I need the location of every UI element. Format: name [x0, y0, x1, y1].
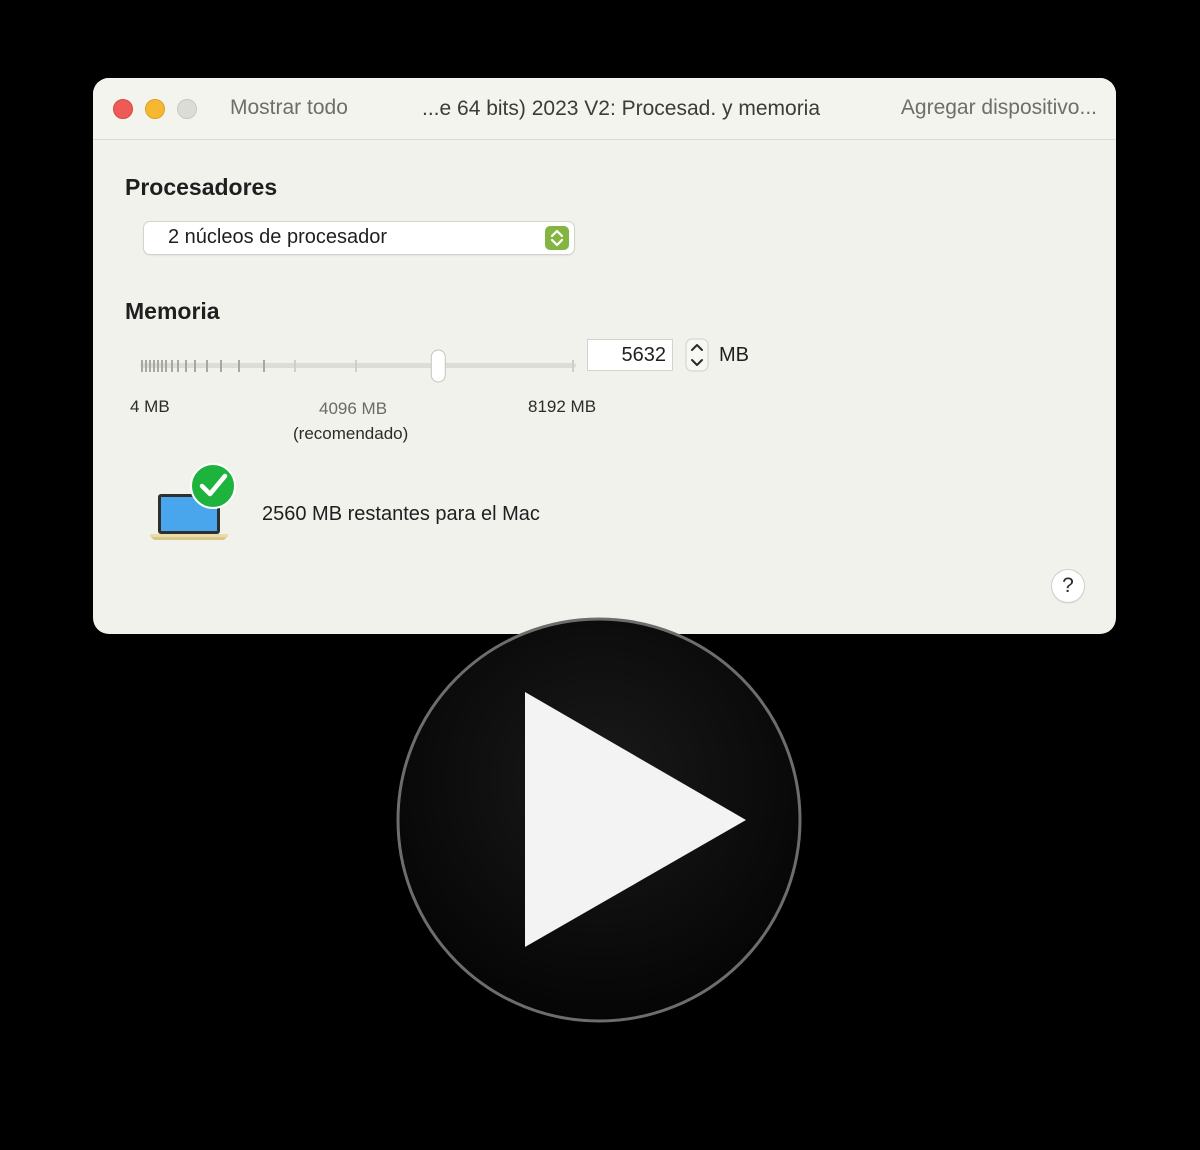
memory-min-label: 4 MB	[130, 397, 170, 416]
chevron-up-down-icon	[545, 226, 569, 250]
memory-stepper[interactable]	[685, 338, 709, 372]
memory-value-field[interactable]: 5632	[588, 340, 672, 370]
memory-unit: MB	[719, 344, 749, 366]
minimize-button[interactable]	[145, 99, 165, 119]
help-button[interactable]: ?	[1052, 570, 1084, 602]
play-icon[interactable]	[396, 617, 802, 1028]
title-bar: Mostrar todo ...e 64 bits) 2023 V2: Proc…	[93, 78, 1116, 140]
laptop-check-icon	[148, 462, 238, 547]
processors-heading: Procesadores	[125, 174, 278, 200]
processor-cores-value: 2 núcleos de procesador	[168, 226, 388, 248]
processor-cores-select[interactable]: 2 núcleos de procesador	[144, 222, 574, 254]
settings-window: Mostrar todo ...e 64 bits) 2023 V2: Proc…	[93, 78, 1116, 634]
slider-thumb[interactable]	[430, 349, 446, 383]
memory-recommended-note: (recomendado)	[293, 424, 409, 443]
window-title: ...e 64 bits) 2023 V2: Procesad. y memor…	[422, 97, 821, 120]
memory-recommended-label: 4096 MB	[319, 399, 388, 418]
memory-remaining-text: 2560 MB restantes para el Mac	[262, 503, 540, 525]
memory-max-label: 8192 MB	[528, 397, 597, 416]
memory-slider[interactable]	[138, 348, 578, 388]
memory-heading: Memoria	[125, 298, 220, 324]
zoom-button[interactable]	[177, 99, 197, 119]
show-all-button[interactable]: Mostrar todo	[230, 96, 348, 120]
add-device-button[interactable]: Agregar dispositivo...	[901, 96, 1097, 120]
close-button[interactable]	[113, 99, 133, 119]
